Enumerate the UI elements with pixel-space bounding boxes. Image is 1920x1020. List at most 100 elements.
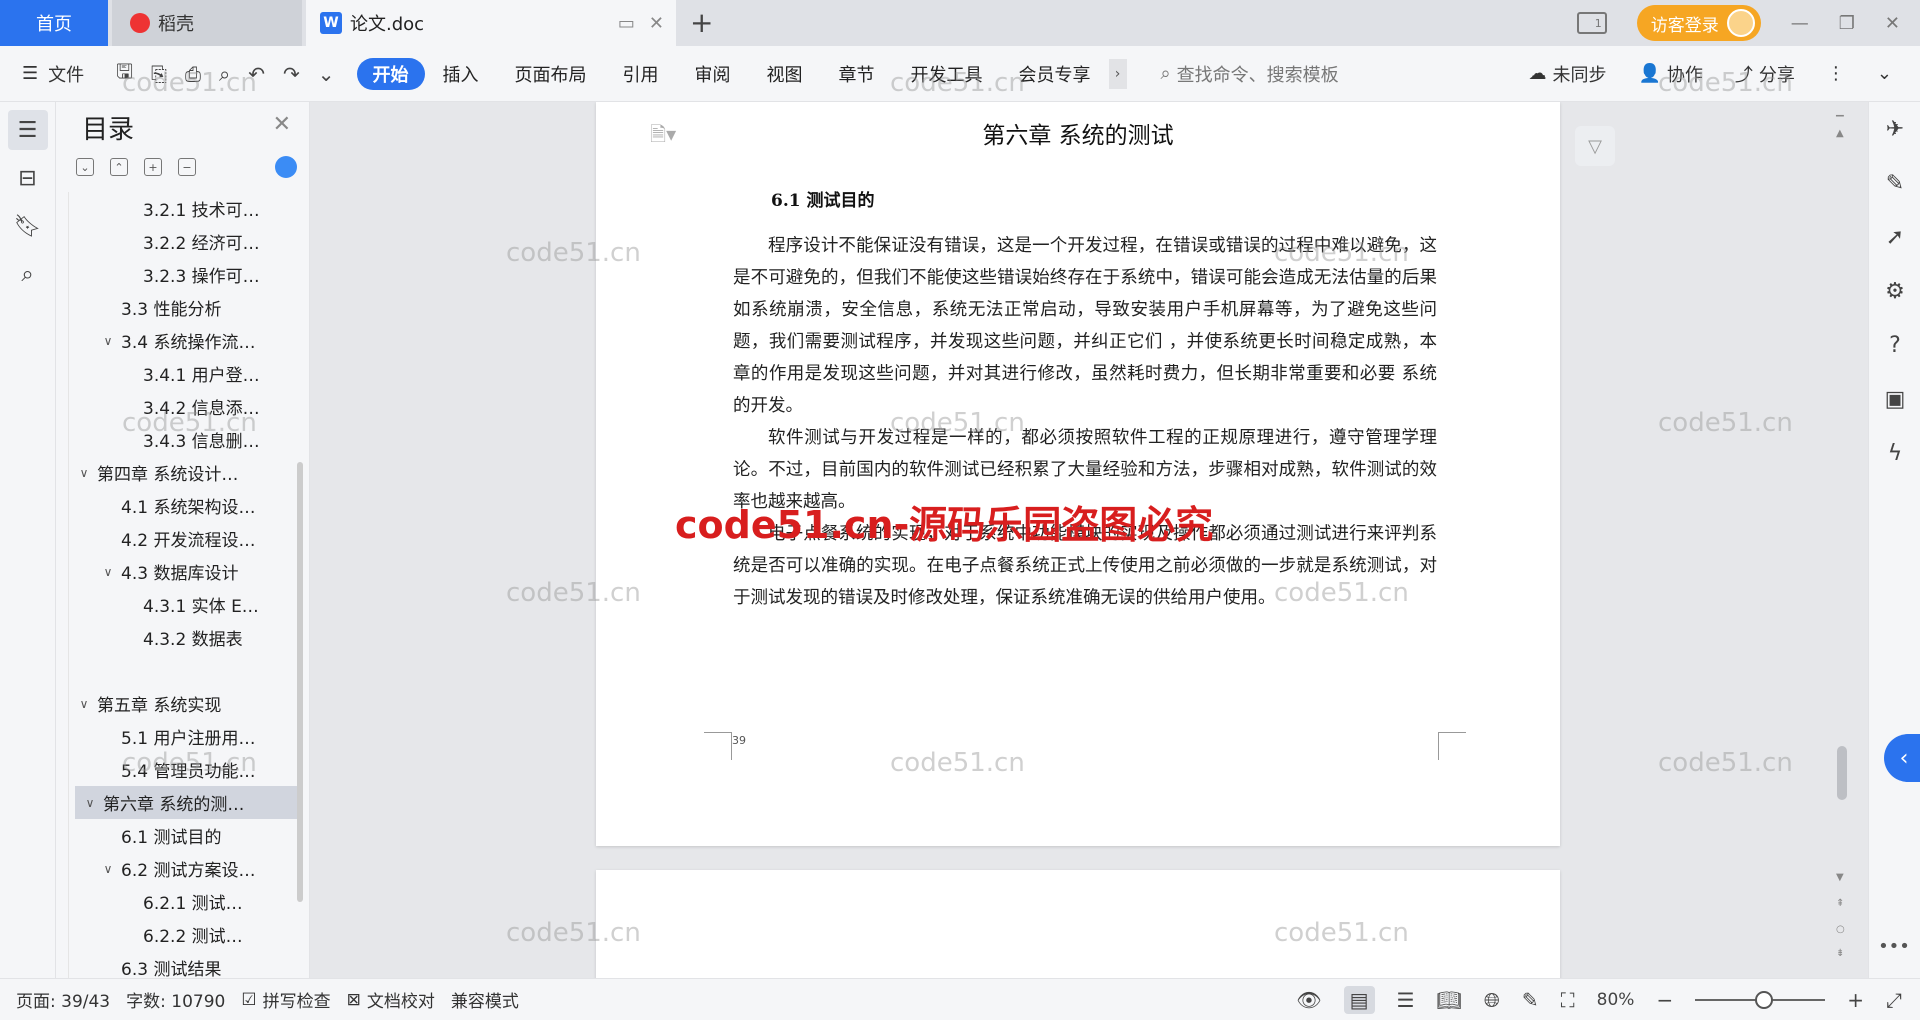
prev-page-icon[interactable]: ⇞ (1836, 898, 1844, 909)
cursor-icon[interactable]: ➚ (1869, 210, 1920, 264)
chevron-down-icon[interactable]: ∨ (75, 697, 93, 711)
read-view-icon[interactable]: 📖︎ (1437, 988, 1462, 1012)
ai-assistant-icon[interactable] (275, 156, 297, 178)
redo-icon[interactable]: ↷ (283, 62, 300, 86)
toc-item[interactable]: 4.2 开发流程设… (69, 522, 298, 555)
page-indicator[interactable]: 页面: 39/43 (16, 987, 110, 1012)
chevron-down-icon[interactable]: ∨ (99, 862, 117, 876)
rocket-icon[interactable]: ✈ (1869, 102, 1920, 156)
tab-home[interactable]: 首页 (0, 0, 108, 46)
toc-item[interactable]: ∨ 第四章 系统设计… (69, 456, 298, 489)
toc-item[interactable]: ∨ 第五章 系统实现 (69, 687, 298, 720)
tab-document[interactable]: W 论文.doc ▭ ✕ (306, 0, 676, 46)
toc-item[interactable]: ∨ 3.4 系统操作流… (69, 324, 298, 357)
save-icon[interactable]: 🖫 (116, 57, 133, 91)
pen-icon[interactable]: ✎ (1869, 156, 1920, 210)
tab-insert[interactable]: 插入 (425, 61, 497, 87)
tab-home-ribbon[interactable]: 开始 (356, 57, 425, 90)
lightning-icon[interactable]: ϟ (1869, 426, 1920, 480)
toc-item[interactable]: 3.4.3 信息删… (69, 423, 298, 456)
more-tabs-chevron-icon[interactable]: › (1108, 58, 1127, 89)
toc-item[interactable]: 3.2.2 经济可… (69, 225, 298, 258)
eye-protect-icon[interactable]: 👁 (1296, 988, 1321, 1012)
export-icon[interactable]: ⎘ (151, 62, 167, 86)
file-menu[interactable]: ☰ 文件 (0, 61, 110, 87)
toc-item[interactable]: 6.1 测试目的 (69, 819, 298, 852)
tab-page-layout[interactable]: 页面布局 (497, 61, 605, 87)
zoom-slider[interactable] (1695, 990, 1826, 1009)
chevron-down-icon[interactable]: ∨ (99, 565, 117, 579)
fit-page-icon[interactable]: ⛶ (1561, 988, 1575, 1012)
collaborate-button[interactable]: 👤 协作 (1638, 61, 1702, 87)
close-window-icon[interactable]: ✕ (1885, 13, 1900, 34)
toc-scrollbar[interactable] (297, 462, 303, 902)
chevron-down-icon[interactable]: ∨ (99, 334, 117, 348)
toc-item[interactable]: ∨ 6.2 测试方案设… (69, 852, 298, 885)
chevron-down-icon[interactable]: ∨ (75, 466, 93, 480)
toc-panel-icon[interactable]: ☰ (7, 110, 48, 150)
remove-heading-icon[interactable]: − (178, 158, 196, 176)
toc-item[interactable]: 6.2.2 测试… (69, 918, 298, 951)
toc-item[interactable]: 4.3.1 实体 E… (69, 588, 298, 621)
tab-review[interactable]: 审阅 (677, 61, 749, 87)
word-count[interactable]: 字数: 10790 (126, 987, 225, 1012)
next-page-icon[interactable]: ⇟ (1836, 948, 1844, 959)
proofread-button[interactable]: ⊠ 文档校对 (347, 987, 435, 1013)
toc-item[interactable]: 4.1 系统架构设… (69, 489, 298, 522)
toc-item[interactable]: 3.3 性能分析 (69, 291, 298, 324)
print-preview-icon[interactable]: ⌕ (219, 62, 230, 86)
close-tab-icon[interactable]: ✕ (649, 13, 664, 34)
tab-developer[interactable]: 开发工具 (893, 61, 1001, 87)
settings-slider-icon[interactable]: ⚙ (1869, 264, 1920, 318)
zoom-percent[interactable]: 80% (1597, 990, 1635, 1010)
find-icon[interactable]: ⌕ (8, 254, 48, 294)
image-icon[interactable]: ▣ (1869, 372, 1920, 426)
close-icon[interactable]: ✕ (273, 112, 291, 137)
write-mode-icon[interactable]: ✎ (1522, 988, 1539, 1012)
fullscreen-icon[interactable]: ⤢ (1886, 988, 1902, 1012)
sync-button[interactable]: ☁ 未同步 (1528, 61, 1606, 87)
tab-daoke[interactable]: 稻壳 (112, 0, 302, 46)
login-button[interactable]: 访客登录 (1636, 5, 1761, 41)
tab-member[interactable]: 会员专享 (1001, 61, 1109, 87)
page-select-icon[interactable]: ○ (1836, 924, 1845, 935)
toc-item[interactable]: 3.4.1 用户登… (69, 357, 298, 390)
chapter-nav-icon[interactable]: ⊟ (8, 158, 48, 198)
bookmark-icon[interactable]: 🔖︎ (8, 206, 48, 246)
scroll-down-icon[interactable]: ▼ (1836, 872, 1844, 883)
toc-item[interactable]: 3.4.2 信息添… (69, 390, 298, 423)
restore-icon[interactable]: ❐ (1839, 13, 1855, 34)
outline-view-icon[interactable]: ☰ (1397, 988, 1415, 1012)
zoom-in-icon[interactable]: + (1847, 988, 1864, 1012)
toc-item[interactable]: 5.1 用户注册用… (69, 720, 298, 753)
toc-item[interactable]: 4.3.2 数据表 (69, 621, 298, 654)
zoom-out-icon[interactable]: − (1656, 988, 1673, 1012)
tab-view[interactable]: 视图 (749, 61, 821, 87)
page-view-icon[interactable]: ▤ (1343, 985, 1375, 1014)
help-icon[interactable]: ? (1869, 318, 1920, 372)
spell-check-button[interactable]: ☑ 拼写检查 (241, 987, 330, 1013)
more-options-icon[interactable]: ⋮ (1827, 63, 1845, 84)
web-view-icon[interactable]: 🌐︎ (1484, 988, 1500, 1012)
minimize-icon[interactable]: — (1791, 13, 1809, 34)
collapse-ribbon-icon[interactable]: ⌄ (1877, 63, 1892, 84)
layout-count-icon[interactable]: 1 (1576, 12, 1607, 34)
document-page[interactable]: 🗎▾ 第六章 系统的测试 6.1 测试目的 程序设计不能保证没有错误，这是一个开… (596, 102, 1560, 846)
zoom-slider-thumb[interactable] (1755, 990, 1774, 1009)
print-icon[interactable]: ⎙ (185, 62, 201, 86)
toc-item[interactable]: 6.3 测试结果 (69, 951, 298, 978)
chevron-down-icon[interactable]: ∨ (81, 796, 99, 810)
toc-item[interactable]: 3.2.1 技术可… (69, 192, 298, 225)
toc-item[interactable]: ∨ 4.3 数据库设计 (69, 555, 298, 588)
filter-icon[interactable]: ▽ (1575, 126, 1615, 166)
toc-item[interactable]: 5.4 管理员功能… (69, 753, 298, 786)
document-scrollbar[interactable]: ▁ ▲ ▼ ⇞ ○ ⇟ (1832, 102, 1852, 978)
tab-chapter[interactable]: 章节 (821, 61, 893, 87)
scroll-up-icon[interactable]: ▲ (1836, 128, 1844, 139)
command-search[interactable]: ⌕ 查找命令、搜索模板 (1161, 61, 1339, 87)
tab-references[interactable]: 引用 (605, 61, 677, 87)
add-heading-icon[interactable]: + (144, 158, 162, 176)
undo-icon[interactable]: ↶ (248, 62, 265, 86)
share-button[interactable]: ⤴ 分享 (1735, 61, 1795, 87)
customize-toolbar-icon[interactable]: ⌄ (318, 62, 335, 86)
